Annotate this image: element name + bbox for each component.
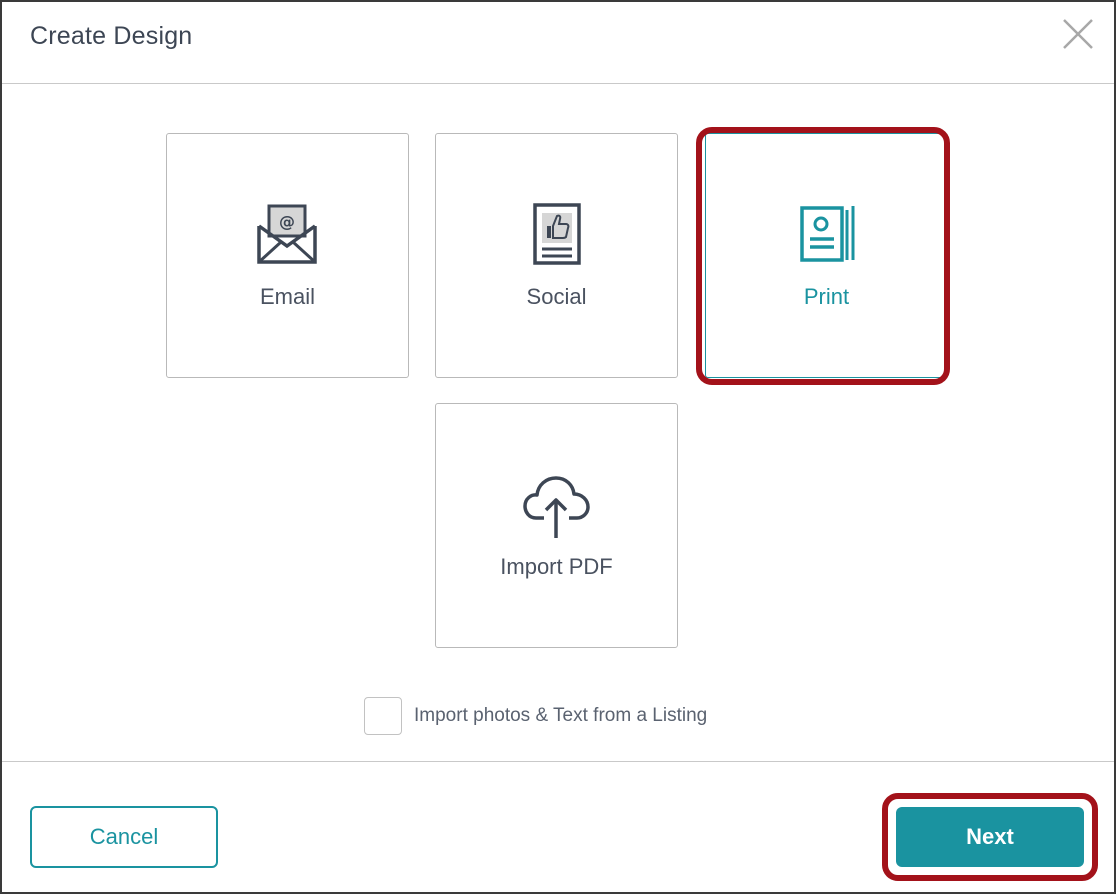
tile-social[interactable]: Social (435, 133, 678, 378)
dialog-title: Create Design (30, 22, 193, 50)
svg-text:@: @ (279, 212, 295, 231)
import-listing-option[interactable]: Import photos & Text from a Listing (364, 697, 707, 735)
print-brochure-icon (799, 206, 854, 262)
tile-email[interactable]: @ Email (166, 133, 409, 378)
tile-social-label: Social (526, 284, 587, 309)
dialog-header: Create Design (2, 2, 1114, 84)
tile-print-label: Print (803, 284, 850, 309)
close-button[interactable] (1058, 14, 1098, 54)
import-listing-label: Import photos & Text from a Listing (414, 705, 708, 726)
social-thumbs-up-icon (532, 203, 581, 265)
next-button[interactable]: Next (896, 807, 1084, 867)
cancel-button[interactable]: Cancel (30, 806, 218, 868)
close-icon (1063, 19, 1093, 49)
footer-divider (2, 761, 1114, 762)
import-listing-checkbox[interactable] (364, 697, 402, 735)
tile-import-pdf-label: Import PDF (500, 554, 613, 579)
cloud-upload-icon (522, 476, 590, 538)
tile-import-pdf[interactable]: Import PDF (435, 403, 678, 648)
envelope-at-icon: @ (256, 204, 317, 264)
tile-print[interactable]: Print (705, 133, 948, 378)
tile-email-label: Email (259, 284, 315, 309)
create-design-dialog: Create Design @ Email Social Print Impor… (0, 0, 1116, 894)
